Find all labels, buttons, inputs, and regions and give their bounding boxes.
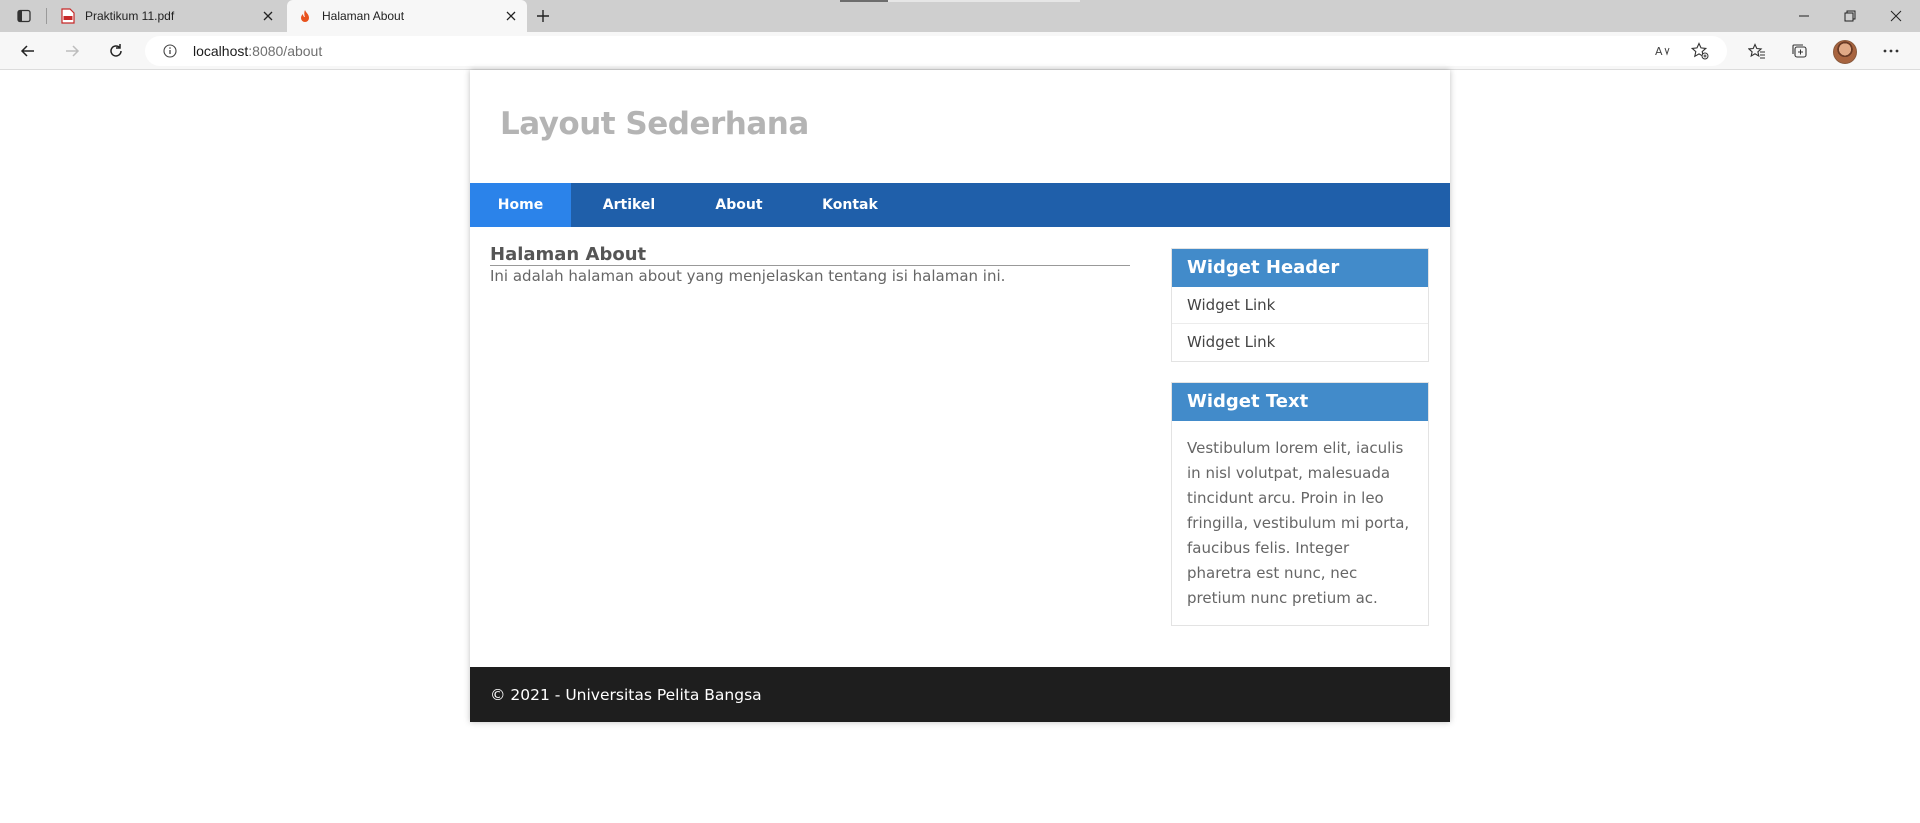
tab-title: Praktikum 11.pdf: [85, 9, 175, 23]
widget-link[interactable]: Widget Link: [1172, 287, 1428, 324]
flame-icon: [297, 8, 313, 24]
tab-strip-indicator: [840, 0, 1080, 2]
nav-home[interactable]: Home: [470, 183, 571, 227]
new-tab-icon[interactable]: [531, 6, 555, 26]
close-tab-icon[interactable]: [503, 8, 519, 24]
nav-artikel[interactable]: Artikel: [571, 183, 687, 227]
browser-tab-bar: Praktikum 11.pdf Halaman About: [0, 0, 1920, 32]
read-aloud-icon[interactable]: A: [1652, 41, 1674, 61]
page-body-text: Ini adalah halaman about yang menjelaska…: [490, 267, 1006, 285]
page-heading: Halaman About: [490, 245, 1130, 266]
nav-about[interactable]: About: [687, 183, 791, 227]
restore-icon[interactable]: [1836, 6, 1864, 26]
widget-header: Widget Text: [1172, 383, 1428, 421]
site-footer: © 2021 - Universitas Pelita Bangsa: [470, 667, 1450, 722]
nav-kontak[interactable]: Kontak: [791, 183, 909, 227]
tab-praktikum-pdf[interactable]: Praktikum 11.pdf: [52, 0, 284, 32]
workspaces-icon[interactable]: [12, 6, 36, 26]
address-bar-row: localhost:8080/about A: [0, 32, 1920, 70]
url-path: :8080/about: [248, 43, 323, 59]
main-content: Halaman About Ini adalah halaman about y…: [490, 245, 1130, 286]
info-icon[interactable]: [155, 36, 185, 66]
close-icon[interactable]: [1882, 6, 1910, 26]
collections-icon[interactable]: [1786, 39, 1814, 63]
site-title: Layout Sederhana: [500, 106, 809, 142]
pdf-icon: [60, 8, 76, 24]
close-tab-icon[interactable]: [260, 8, 276, 24]
widget-header: Widget Header: [1172, 249, 1428, 287]
widget-links: Widget Header Widget Link Widget Link: [1171, 248, 1429, 362]
widget-text-body: Vestibulum lorem elit, iaculis in nisl v…: [1187, 439, 1410, 607]
profile-avatar[interactable]: [1833, 40, 1857, 64]
tab-title: Halaman About: [322, 9, 405, 23]
favorites-icon[interactable]: [1743, 39, 1771, 63]
tab-halaman-about[interactable]: Halaman About: [287, 0, 527, 32]
widget-link[interactable]: Widget Link: [1172, 324, 1428, 361]
url-bar[interactable]: localhost:8080/about A: [145, 36, 1727, 66]
add-favorite-icon[interactable]: [1689, 41, 1711, 61]
back-icon[interactable]: [14, 39, 42, 63]
refresh-icon[interactable]: [102, 39, 130, 63]
more-icon[interactable]: [1877, 39, 1905, 63]
svg-text:A: A: [1655, 45, 1663, 58]
sidebar: Widget Header Widget Link Widget Link Wi…: [1171, 248, 1429, 646]
forward-icon[interactable]: [58, 39, 86, 63]
tab-separator: [46, 8, 47, 24]
widget-text: Widget Text Vestibulum lorem elit, iacul…: [1171, 382, 1429, 626]
minimize-icon[interactable]: [1790, 6, 1818, 26]
page-viewport: Layout Sederhana Home Artikel About Kont…: [0, 70, 1920, 823]
url-host: localhost: [193, 43, 249, 59]
footer-text: © 2021 - Universitas Pelita Bangsa: [490, 685, 762, 704]
page-container: Layout Sederhana Home Artikel About Kont…: [470, 70, 1450, 722]
main-nav: Home Artikel About Kontak: [470, 183, 1450, 227]
site-header: Layout Sederhana: [470, 70, 1450, 183]
